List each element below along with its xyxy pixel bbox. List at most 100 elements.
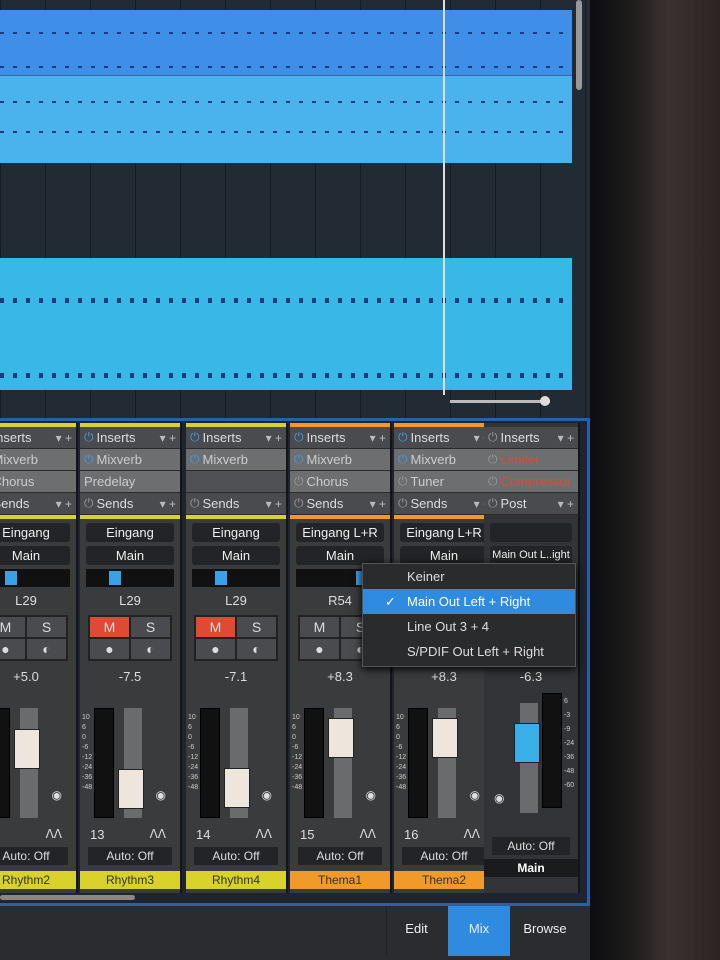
channel-name[interactable]: Thema2 — [394, 871, 494, 889]
instrument-icon[interactable]: ᐱᐱ — [360, 827, 376, 841]
monitor-icon[interactable]: ◐ — [26, 638, 67, 660]
audio-clip[interactable] — [0, 258, 572, 390]
monitor-icon[interactable]: ◐ — [236, 638, 277, 660]
power-icon[interactable]: ⏻ — [294, 452, 304, 467]
mute-button[interactable]: M — [89, 616, 130, 638]
instrument-icon[interactable]: ᐱᐱ — [150, 827, 166, 841]
record-arm-icon[interactable]: ● — [299, 638, 340, 660]
output-selector[interactable]: Main — [192, 546, 280, 565]
add-insert-icon[interactable]: ▾ + — [266, 431, 282, 445]
instrument-icon[interactable]: ᐱᐱ — [46, 827, 62, 841]
volume-fader[interactable] — [432, 718, 458, 759]
channel-name[interactable]: Thema1 — [290, 871, 390, 889]
instrument-icon[interactable]: ᐱᐱ — [256, 827, 272, 841]
pan-slider[interactable] — [0, 569, 70, 587]
power-icon[interactable]: ⏻ — [190, 452, 200, 467]
tab-edit[interactable]: Edit — [386, 906, 446, 956]
post-header[interactable]: ⏻ Post ▾ + — [484, 493, 578, 515]
inserts-header[interactable]: ⏻Inserts▾ + — [484, 427, 578, 449]
sends-header[interactable]: ⏻Sends▾ + — [186, 493, 286, 515]
stereo-width-icon[interactable]: ◉ — [52, 788, 62, 802]
insert-slot[interactable]: Predelay — [80, 471, 180, 493]
power-icon[interactable]: ⏻ — [84, 430, 94, 445]
power-icon[interactable]: ⏻ — [294, 474, 304, 489]
sends-header[interactable]: ⏻Sends▾ + — [394, 493, 494, 515]
insert-slot[interactable]: ⏻Chorus — [290, 471, 390, 493]
dropdown-option[interactable]: S/PDIF Out Left + Right — [363, 639, 575, 664]
output-selector[interactable]: Main — [86, 546, 174, 565]
inserts-header[interactable]: ⏻Inserts▾ + — [394, 427, 494, 449]
mixer-scrollbar[interactable] — [0, 895, 135, 900]
solo-button[interactable]: S — [130, 616, 171, 638]
insert-slot[interactable] — [186, 471, 286, 493]
power-icon[interactable]: ⏻ — [398, 452, 408, 467]
volume-fader[interactable] — [514, 723, 540, 763]
insert-slot[interactable]: ⏻ Limiter — [484, 449, 578, 471]
power-icon[interactable]: ⏻ — [488, 474, 498, 489]
add-insert-icon[interactable]: ▾ + — [370, 431, 386, 445]
automation-mode[interactable]: Auto: Off — [0, 847, 68, 865]
solo-button[interactable]: S — [236, 616, 277, 638]
power-icon[interactable]: ⏻ — [488, 496, 498, 511]
stereo-width-icon[interactable]: ◉ — [366, 788, 376, 802]
dropdown-option[interactable]: Keiner — [363, 564, 575, 589]
insert-slot[interactable]: ⏻Chorus — [0, 471, 76, 493]
power-icon[interactable]: ⏻ — [84, 496, 94, 511]
insert-slot[interactable]: ⏻Mixverb — [0, 449, 76, 471]
record-arm-icon[interactable]: ● — [0, 638, 26, 660]
insert-slot[interactable]: ⏻Mixverb — [394, 449, 494, 471]
input-selector[interactable]: Eingang — [86, 523, 174, 542]
instrument-icon[interactable]: ᐱᐱ — [464, 827, 480, 841]
input-selector[interactable]: Eingang — [192, 523, 280, 542]
automation-mode[interactable]: Auto: Off — [194, 847, 278, 865]
mute-button[interactable]: M — [0, 616, 26, 638]
zoom-slider[interactable] — [450, 396, 550, 406]
add-send-icon[interactable]: ▾ + — [160, 497, 176, 511]
insert-slot[interactable]: ⏻Mixverb — [290, 449, 390, 471]
automation-mode[interactable]: Auto: Off — [298, 847, 382, 865]
power-icon[interactable]: ⏻ — [398, 496, 408, 511]
pan-slider[interactable] — [192, 569, 280, 587]
input-selector[interactable]: Eingang L+R — [296, 523, 384, 542]
channel-name[interactable]: Rhythm2 — [0, 871, 76, 889]
inserts-header[interactable]: ⏻Inserts▾ + — [80, 427, 180, 449]
input-selector[interactable] — [490, 523, 572, 542]
sends-header[interactable]: ⏻Sends▾ + — [80, 493, 180, 515]
tab-mix[interactable]: Mix — [448, 906, 510, 956]
sends-header[interactable]: ⏻Sends▾ + — [0, 493, 76, 515]
inserts-header[interactable]: ⏻Inserts▾ + — [290, 427, 390, 449]
add-post-icon[interactable]: ▾ + — [558, 497, 574, 511]
automation-mode[interactable]: Auto: Off — [492, 837, 570, 855]
volume-fader[interactable] — [118, 769, 144, 809]
insert-slot[interactable]: ⏻Mixverb — [80, 449, 180, 471]
power-icon[interactable]: ⏻ — [294, 496, 304, 511]
dropdown-option[interactable]: Line Out 3 + 4 — [363, 614, 575, 639]
add-send-icon[interactable]: ▾ + — [266, 497, 282, 511]
volume-fader[interactable] — [328, 718, 354, 759]
solo-button[interactable]: S — [26, 616, 67, 638]
power-icon[interactable]: ⏻ — [488, 452, 498, 467]
tab-browse[interactable]: Browse — [512, 906, 578, 956]
input-selector[interactable]: Eingang L+R — [400, 523, 488, 542]
playhead[interactable] — [443, 0, 445, 395]
add-insert-icon[interactable]: ▾ + — [558, 431, 574, 445]
mute-button[interactable]: M — [195, 616, 236, 638]
output-selector[interactable]: Main — [0, 546, 70, 565]
stereo-width-icon[interactable]: ◉ — [494, 791, 564, 805]
input-selector[interactable]: Eingang — [0, 523, 70, 542]
power-icon[interactable]: ⏻ — [84, 452, 94, 467]
insert-slot[interactable]: ⏻ Compressor — [484, 471, 578, 493]
dropdown-option[interactable]: ✓ Main Out Left + Right — [363, 589, 575, 614]
stereo-width-icon[interactable]: ◉ — [262, 788, 272, 802]
channel-name[interactable]: Rhythm3 — [80, 871, 180, 889]
pan-slider[interactable] — [86, 569, 174, 587]
add-insert-icon[interactable]: ▾ + — [56, 431, 72, 445]
add-send-icon[interactable]: ▾ + — [56, 497, 72, 511]
record-arm-icon[interactable]: ● — [195, 638, 236, 660]
automation-mode[interactable]: Auto: Off — [88, 847, 172, 865]
volume-fader[interactable] — [224, 767, 250, 808]
volume-fader[interactable] — [14, 729, 40, 769]
add-send-icon[interactable]: ▾ + — [370, 497, 386, 511]
inserts-header[interactable]: ⏻Inserts▾ + — [186, 427, 286, 449]
monitor-icon[interactable]: ◐ — [130, 638, 171, 660]
